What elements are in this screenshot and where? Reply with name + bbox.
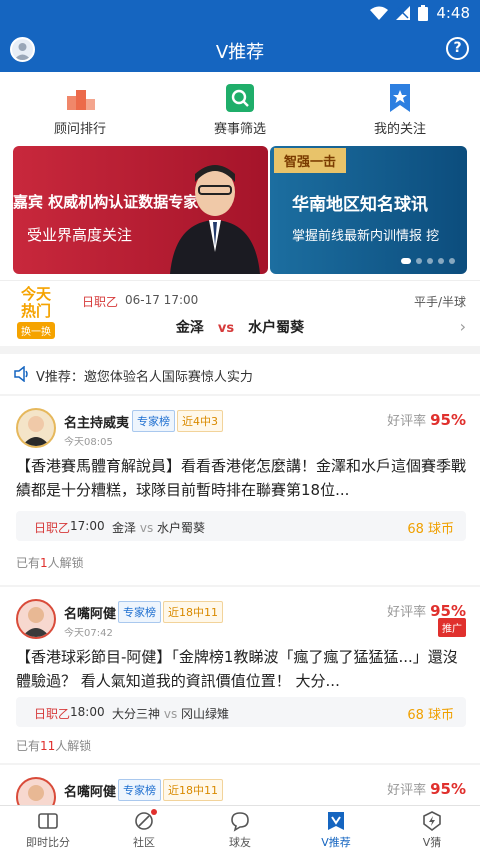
rating-value: 95% (430, 411, 466, 429)
match-teams: 金泽 vs 水户蜀葵 (112, 521, 206, 535)
banner-insider[interactable]: 智强一击 华南地区知名球讯 掌握前线最新内训情报 挖 (270, 146, 467, 274)
quick-nav-label: 顾问排行 (53, 122, 106, 137)
expert-avatar[interactable] (16, 599, 56, 639)
card-match[interactable]: 日职乙 17:00 金泽 vs 水户蜀葵 68 球币 (16, 511, 466, 541)
match-time: 18:00 (70, 705, 105, 719)
record-tag: 近4中3 (177, 410, 223, 432)
card-content[interactable]: 【香港球彩節目-阿健】「金牌榜1教睇波「瘋了瘋了猛猛猛...」還沒體驗過？ 看人… (16, 645, 468, 693)
wifi-icon (370, 6, 389, 20)
match-league: 日职乙 (82, 295, 119, 309)
banner-headline: 华南地区知名球讯 (292, 195, 428, 215)
banner-carousel[interactable]: 嘉宾 权威机构认证数据专家 受业界高度关注 智强一击 华南地区知名球讯 掌握前线… (0, 144, 480, 280)
quick-nav-follow[interactable]: 我的关注 (350, 84, 450, 137)
quick-nav: 顾问排行 赛事筛选 我的关注 (0, 72, 480, 144)
match-teams: 金泽 vs 水户蜀葵 (0, 317, 480, 337)
price-coins: 68 球币 (407, 708, 454, 723)
expert-name[interactable]: 名主持威夷 (64, 412, 129, 431)
expert-name[interactable]: 名嘴阿健 (64, 603, 116, 622)
quick-nav-label: 赛事筛选 (213, 122, 266, 137)
community-icon (133, 809, 157, 832)
announcement-text: V推荐：邀您体验名人国际赛惊人实力 (36, 370, 253, 385)
home-team: 金泽 (175, 320, 204, 336)
carousel-indicator (401, 258, 455, 264)
app-bar: V推荐 ? (0, 28, 480, 72)
tab-v-recommend[interactable]: V推荐 (288, 810, 384, 850)
signal-icon (396, 6, 411, 20)
quick-nav-ranking[interactable]: 顾问排行 (30, 84, 130, 137)
tab-community[interactable]: 社区 (96, 809, 192, 850)
card-match[interactable]: 日职乙 18:00 大分三神 vs 冈山绿雉 68 球币 (16, 697, 466, 727)
announcement-bar[interactable]: V推荐：邀您体验名人国际赛惊人实力 (0, 354, 480, 394)
expert-avatar[interactable] (16, 777, 56, 805)
match-league: 日职乙 (34, 707, 71, 721)
chat-icon (229, 810, 251, 832)
expert-rank-tag: 专家榜 (118, 601, 161, 623)
bookmark-star-icon (386, 84, 414, 112)
quick-nav-filter[interactable]: 赛事筛选 (190, 84, 290, 137)
hot-match[interactable]: 今天 热门 换一换 日职乙 06-17 17:00 平手/半球 金泽 vs 水户蜀葵… (0, 280, 480, 346)
unlock-count: 已有11人解锁 (16, 739, 92, 753)
away-team: 水户蜀葵 (248, 320, 305, 336)
quick-nav-label: 我的关注 (373, 122, 426, 137)
promo-badge: 推广 (438, 618, 466, 637)
notification-dot (151, 809, 157, 815)
search-icon (226, 84, 254, 112)
status-time: 4:48 (436, 4, 470, 22)
rating: 好评率 95% (387, 411, 466, 429)
post-time: 今天08:05 (64, 437, 113, 448)
banner-subline: 掌握前线最新内训情报 挖 (292, 229, 440, 244)
banner-tag: 智强一击 (274, 148, 347, 173)
match-time: 17:00 (70, 519, 105, 533)
record-tag: 近18中11 (163, 601, 223, 623)
scoreboard-icon (37, 810, 59, 832)
podium-icon (66, 84, 95, 112)
status-bar: 4:48 (0, 0, 480, 28)
price-coins: 68 球币 (407, 522, 454, 537)
recommend-card[interactable]: 名嘴阿健 专家榜 近18中11 好评率 95% (0, 765, 480, 805)
speaker-icon (14, 366, 28, 382)
bottom-tab-bar: 即时比分 社区 球友 V推荐 V猜 (0, 805, 480, 853)
page-title: V推荐 (215, 42, 265, 63)
battery-icon (418, 5, 429, 21)
presenter-image (170, 165, 260, 274)
lightning-icon (421, 810, 443, 832)
match-bet-type: 平手/半球 (413, 295, 466, 309)
unlock-count: 已有1人解锁 (16, 556, 84, 570)
chevron-right-icon[interactable]: › (460, 317, 466, 336)
rating-value: 95% (430, 780, 466, 798)
expert-avatar[interactable] (16, 408, 56, 448)
match-teams: 大分三神 vs 冈山绿雉 (112, 707, 230, 721)
vs-label: vs (217, 321, 235, 336)
record-tag: 近18中11 (163, 779, 223, 801)
tab-friends[interactable]: 球友 (192, 810, 288, 850)
banner-subline: 受业界高度关注 (27, 226, 133, 244)
help-icon[interactable]: ? (446, 37, 469, 60)
expert-rank-tag: 专家榜 (132, 410, 175, 432)
match-time: 06-17 17:00 (125, 293, 199, 307)
recommend-card[interactable]: 名嘴阿健 专家榜 近18中11 今天07:42 好评率 95% 推广 【香港球彩節… (0, 587, 480, 763)
tab-v-guess[interactable]: V猜 (384, 810, 480, 850)
recommend-card[interactable]: 名主持威夷 专家榜 近4中3 今天08:05 好评率 95% 【香港賽馬體育解說員… (0, 396, 480, 585)
expert-rank-tag: 专家榜 (118, 779, 161, 801)
v-recommend-icon (325, 810, 347, 832)
match-league: 日职乙 (34, 521, 71, 535)
expert-name[interactable]: 名嘴阿健 (64, 781, 116, 800)
banner-expert[interactable]: 嘉宾 权威机构认证数据专家 受业界高度关注 (13, 146, 268, 274)
card-content[interactable]: 【香港賽馬體育解說員】看看香港佬怎麼講！金澤和水戶這個賽季戰績都是十分糟糕，球隊… (16, 454, 468, 502)
rating: 好评率 95% (387, 780, 466, 798)
tab-live-score[interactable]: 即时比分 (0, 810, 96, 850)
post-time: 今天07:42 (64, 628, 113, 639)
